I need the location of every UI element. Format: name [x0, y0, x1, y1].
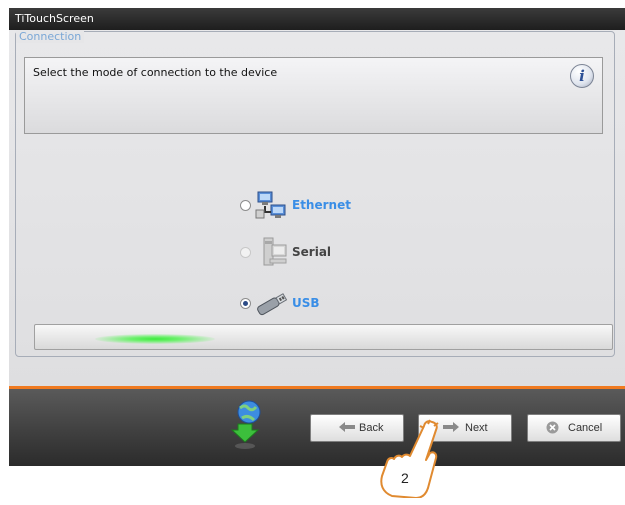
option-ethernet[interactable]: Ethernet: [240, 191, 360, 219]
cancel-button[interactable]: Cancel: [527, 414, 621, 442]
serial-label: Serial: [292, 245, 332, 259]
pointing-hand-icon: [380, 419, 439, 498]
option-usb[interactable]: USB: [240, 292, 360, 316]
network-computers-icon: [255, 191, 286, 219]
usb-radio[interactable]: [240, 298, 251, 309]
window-title: TiTouchScreen: [15, 12, 94, 25]
progress-indicator: [95, 334, 215, 344]
connection-progress-bar: [34, 324, 613, 350]
serial-radio[interactable]: [240, 247, 251, 258]
cancel-icon: [546, 421, 559, 434]
cancel-button-label: Cancel: [568, 422, 603, 434]
step-number: 2: [401, 470, 409, 486]
usb-icon: [257, 293, 288, 316]
arrow-right-icon: [443, 422, 459, 432]
next-button-label: Next: [465, 422, 488, 434]
globe-download-icon: [230, 400, 261, 449]
info-message: Select the mode of connection to the dev…: [33, 66, 278, 79]
info-panel: Select the mode of connection to the dev…: [24, 57, 603, 134]
option-serial[interactable]: Serial: [240, 237, 360, 266]
info-icon: i: [570, 64, 594, 88]
serial-computer-icon: [263, 237, 287, 266]
ethernet-label: Ethernet: [292, 198, 351, 212]
usb-label: USB: [292, 296, 320, 310]
title-bar: TiTouchScreen: [9, 8, 625, 30]
ethernet-radio[interactable]: [240, 200, 251, 211]
arrow-left-icon: [339, 422, 355, 432]
connection-group-legend: Connection: [16, 30, 85, 43]
